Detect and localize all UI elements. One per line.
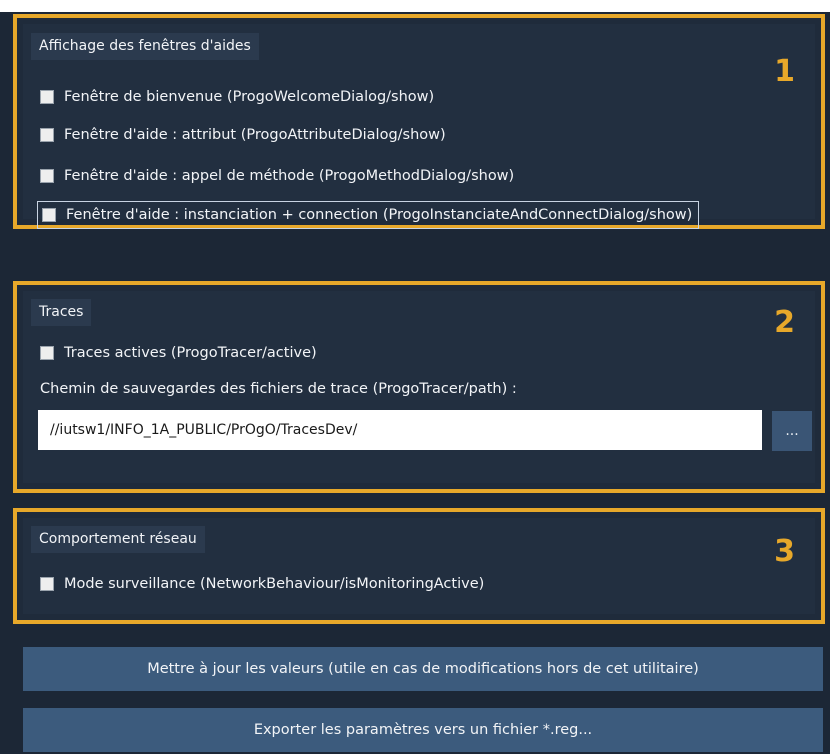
checkbox-label: Fenêtre d'aide : attribut (ProgoAttribut… xyxy=(64,127,446,143)
checkbox-label: Traces actives (ProgoTracer/active) xyxy=(64,345,317,361)
group-title-help-windows: Affichage des fenêtres d'aides xyxy=(31,33,259,60)
section-network: Comportement réseau 3 xyxy=(13,508,825,624)
browse-button[interactable]: ... xyxy=(772,411,812,451)
section-number-3: 3 xyxy=(774,534,795,569)
checkbox-box[interactable] xyxy=(40,128,54,142)
group-box-network: Comportement réseau 3 xyxy=(23,518,815,614)
checkbox-box[interactable] xyxy=(40,90,54,104)
checkbox-label: Fenêtre de bienvenue (ProgoWelcomeDialog… xyxy=(64,89,435,105)
checkbox-box[interactable] xyxy=(40,346,54,360)
top-strip xyxy=(0,0,830,12)
checkbox-welcome-dialog[interactable]: Fenêtre de bienvenue (ProgoWelcomeDialog… xyxy=(40,86,434,108)
checkbox-traces-active[interactable]: Traces actives (ProgoTracer/active) xyxy=(40,342,317,364)
trace-path-label: Chemin de sauvegardes des fichiers de tr… xyxy=(40,381,517,397)
checkbox-box[interactable] xyxy=(40,169,54,183)
group-title-network: Comportement réseau xyxy=(31,526,205,553)
trace-path-input[interactable] xyxy=(38,410,762,450)
group-box-help-windows: Affichage des fenêtres d'aides 1 xyxy=(23,24,815,219)
section-help-windows: Affichage des fenêtres d'aides 1 xyxy=(13,14,825,229)
checkbox-label: Fenêtre d'aide : appel de méthode (Progo… xyxy=(64,168,515,184)
update-values-button[interactable]: Mettre à jour les valeurs (utile en cas … xyxy=(23,647,823,691)
group-title-traces: Traces xyxy=(31,299,92,326)
checkbox-box[interactable] xyxy=(42,208,56,222)
section-number-2: 2 xyxy=(774,305,795,340)
checkbox-monitoring-mode[interactable]: Mode surveillance (NetworkBehaviour/isMo… xyxy=(40,573,484,595)
section-number-1: 1 xyxy=(774,54,795,89)
checkbox-label: Mode surveillance (NetworkBehaviour/isMo… xyxy=(64,576,485,592)
checkbox-attribute-dialog[interactable]: Fenêtre d'aide : attribut (ProgoAttribut… xyxy=(40,124,446,146)
checkbox-label: Fenêtre d'aide : instanciation + connect… xyxy=(66,207,693,223)
checkbox-method-dialog[interactable]: Fenêtre d'aide : appel de méthode (Progo… xyxy=(40,165,514,187)
export-reg-button[interactable]: Exporter les paramètres vers un fichier … xyxy=(23,708,823,752)
checkbox-box[interactable] xyxy=(40,577,54,591)
checkbox-instanciate-dialog[interactable]: Fenêtre d'aide : instanciation + connect… xyxy=(36,201,700,229)
